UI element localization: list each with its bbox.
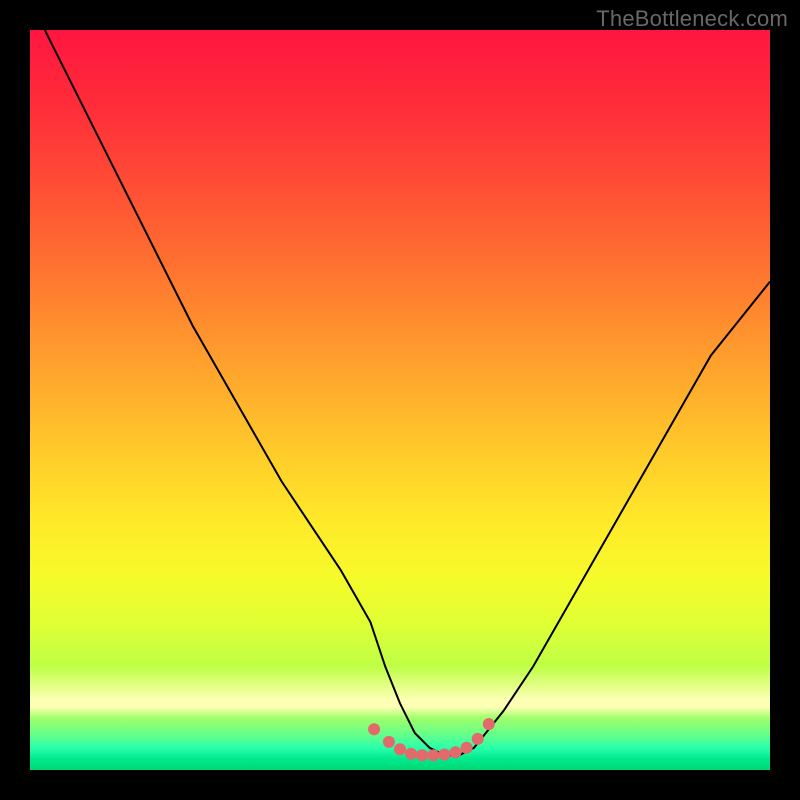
valley-marker bbox=[427, 749, 439, 761]
valley-marker bbox=[472, 733, 484, 745]
valley-marker bbox=[450, 746, 462, 758]
valley-marker bbox=[483, 718, 495, 730]
valley-marker bbox=[416, 749, 428, 761]
valley-marker bbox=[405, 748, 417, 760]
valley-marker bbox=[461, 742, 473, 754]
valley-marker bbox=[394, 743, 406, 755]
bottleneck-chart bbox=[30, 30, 770, 770]
chart-frame: TheBottleneck.com bbox=[0, 0, 800, 800]
plot-area bbox=[30, 30, 770, 770]
gradient-background bbox=[30, 30, 770, 770]
valley-marker bbox=[368, 723, 380, 735]
valley-marker bbox=[438, 749, 450, 761]
valley-marker bbox=[383, 736, 395, 748]
watermark-text: TheBottleneck.com bbox=[596, 6, 788, 32]
